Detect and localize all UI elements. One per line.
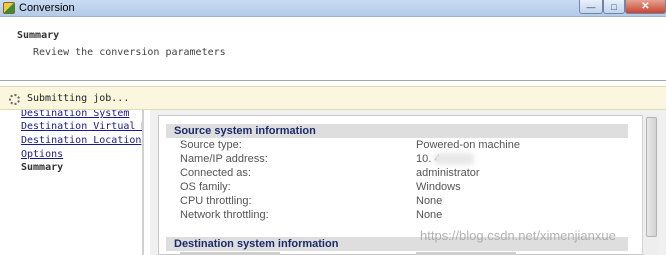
- cpu-throttling-value: None: [416, 195, 443, 207]
- redaction-blur: [434, 153, 474, 165]
- nav-item-destination-virtual-machine[interactable]: Destination Virtual M: [21, 121, 144, 132]
- close-button[interactable]: ✕: [625, 0, 666, 14]
- app-icon: [3, 2, 15, 14]
- spinner-icon: [9, 94, 20, 105]
- page-subtitle: Review the conversion parameters: [33, 47, 226, 58]
- watermark: https://blog.csdn.net/ximenjianxue: [420, 228, 616, 243]
- title-bar: Conversion — □ ✕: [0, 0, 666, 17]
- name-ip-label: Name/IP address:: [180, 153, 268, 165]
- scrollbar-thumb[interactable]: [646, 117, 657, 237]
- source-type-label: Source type:: [180, 139, 242, 151]
- connected-as-label: Connected as:: [180, 167, 251, 179]
- minimize-button[interactable]: —: [579, 0, 603, 14]
- cpu-throttling-label: CPU throttling:: [180, 195, 252, 207]
- status-bar: Submitting job...: [0, 86, 666, 110]
- network-throttling-label: Network throttling:: [180, 209, 269, 221]
- os-family-value: Windows: [416, 181, 461, 193]
- nav-divider: [142, 110, 144, 255]
- nav-item-options[interactable]: Options: [21, 149, 63, 160]
- window-title: Conversion: [19, 2, 75, 14]
- nav-item-summary: Summary: [21, 162, 64, 173]
- os-family-label: OS family:: [180, 181, 231, 193]
- connected-as-value: administrator: [416, 167, 480, 179]
- network-throttling-value: None: [416, 209, 443, 221]
- nav-item-destination-location[interactable]: Destination Location: [21, 135, 141, 146]
- vertical-scrollbar[interactable]: [642, 115, 659, 255]
- nav-item-destination-system[interactable]: Destination System: [21, 110, 129, 119]
- wizard-header: Summary Review the conversion parameters: [0, 17, 666, 81]
- source-type-value: Powered-on machine: [416, 139, 520, 151]
- wizard-nav: Destination System Destination Virtual M…: [0, 110, 144, 255]
- status-text: Submitting job...: [27, 93, 130, 104]
- page-title: Summary: [17, 30, 60, 41]
- maximize-button[interactable]: □: [603, 0, 625, 14]
- source-section-header: Source system information: [166, 124, 628, 138]
